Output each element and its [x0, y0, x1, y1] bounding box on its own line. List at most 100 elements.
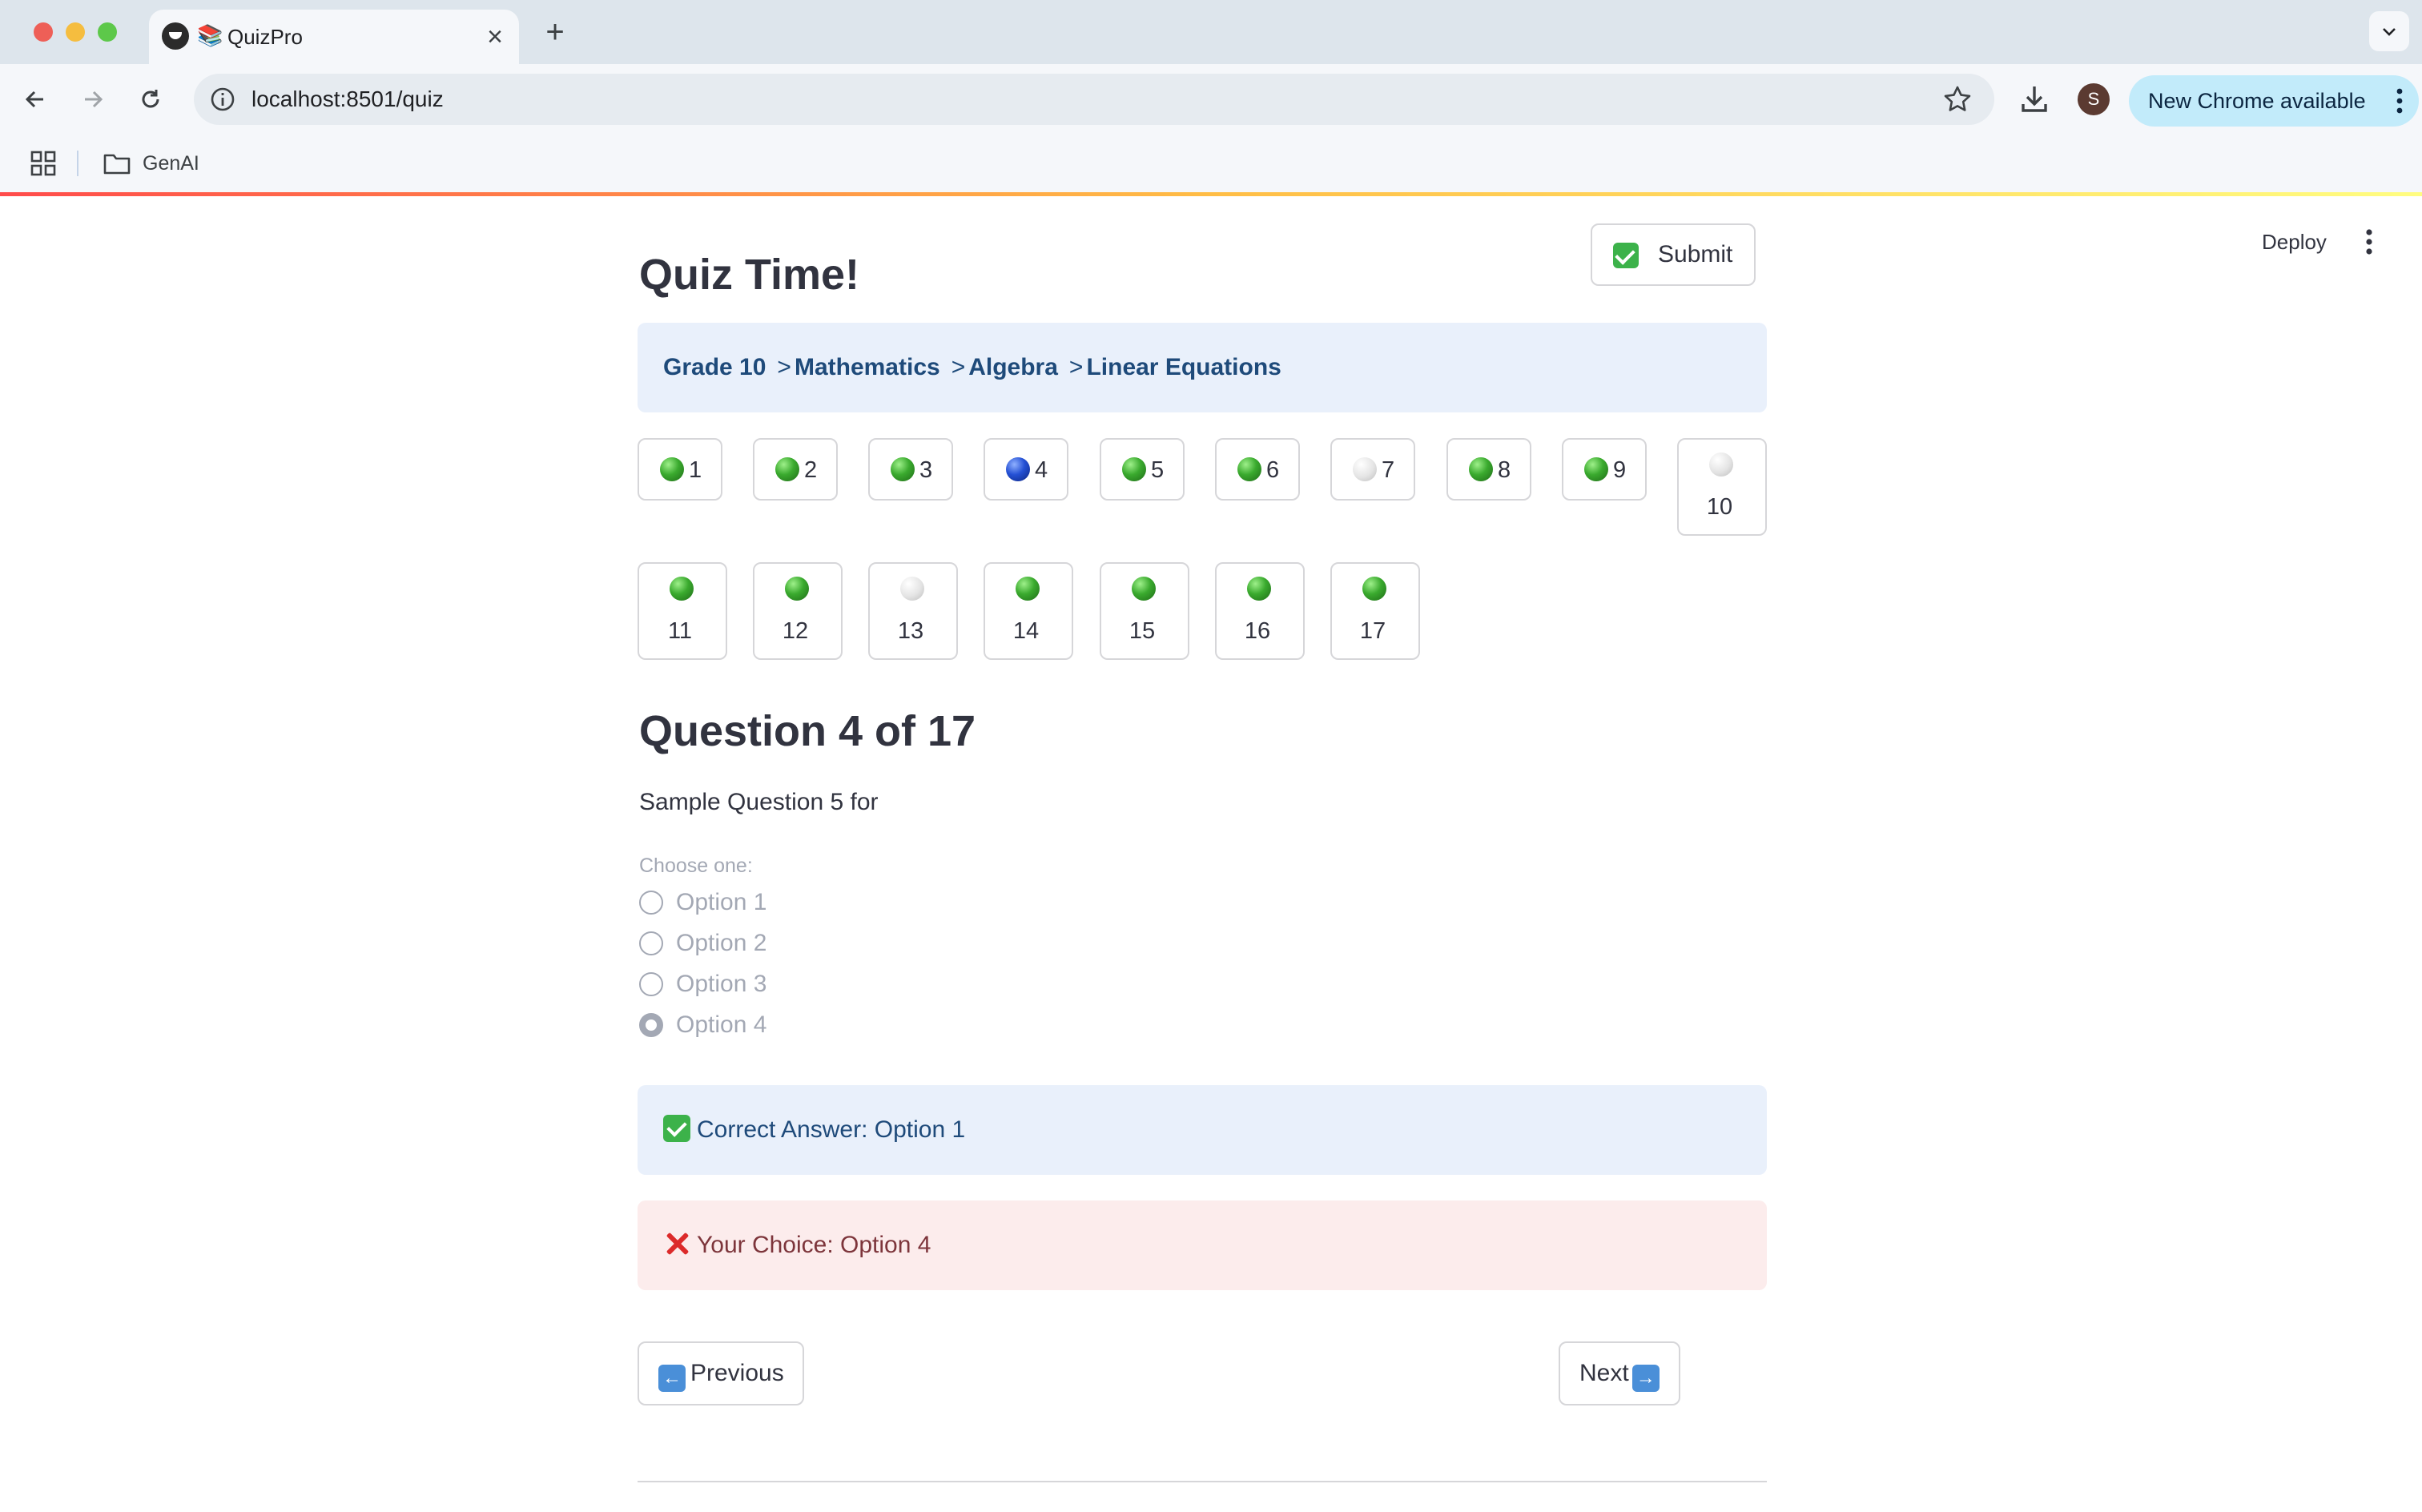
question-nav-button-10[interactable]: 10 [1677, 438, 1767, 536]
question-number: 16 [1244, 618, 1271, 644]
question-nav-button-5[interactable]: 5 [1100, 438, 1185, 501]
your-choice-text: Your Choice: Option 4 [697, 1232, 931, 1258]
browser-tab-active[interactable]: 📚 QuizPro × [149, 10, 519, 64]
question-nav-button-17[interactable]: 17 [1330, 562, 1420, 660]
window-close-control[interactable] [34, 22, 53, 42]
chrome-menu-dots-icon[interactable] [2396, 88, 2403, 114]
breadcrumb-subject: Mathematics [794, 354, 940, 380]
question-number: 14 [1012, 618, 1040, 644]
question-number: 2 [804, 457, 818, 483]
bookmarks-divider [77, 151, 78, 176]
next-label: Next [1579, 1360, 1629, 1386]
question-nav-button-4[interactable]: 4 [984, 438, 1068, 501]
reload-icon[interactable] [130, 78, 171, 120]
bookmark-star-icon[interactable] [1941, 83, 1973, 115]
window-minimize-control[interactable] [66, 22, 85, 42]
question-number: 10 [1706, 494, 1733, 520]
tab-title: QuizPro [227, 25, 303, 49]
question-number: 12 [782, 618, 809, 644]
your-choice-alert: Your Choice: Option 4 [638, 1200, 1767, 1290]
question-nav-button-13[interactable]: 13 [868, 562, 958, 660]
breadcrumb-subtopic: Linear Equations [1086, 354, 1281, 380]
main-menu-dots-icon[interactable] [2360, 227, 2379, 256]
question-number: 1 [689, 457, 702, 483]
radio-circle[interactable] [639, 891, 663, 915]
site-info-icon[interactable] [208, 85, 237, 114]
status-dot-icon [1237, 457, 1261, 481]
next-button[interactable]: Next → [1559, 1341, 1680, 1405]
status-dot-icon [785, 577, 809, 601]
correct-answer-alert: Correct Answer: Option 1 [638, 1085, 1767, 1175]
option-label: Option 3 [676, 971, 767, 997]
address-bar[interactable]: localhost:8501/quiz [194, 74, 1994, 125]
streamlit-header-decoration [0, 192, 2422, 196]
check-mark-icon [1613, 243, 1639, 268]
status-dot-icon [1709, 452, 1733, 477]
status-dot-icon [1132, 577, 1156, 601]
question-nav-button-3[interactable]: 3 [868, 438, 953, 501]
question-number: 3 [919, 457, 933, 483]
breadcrumb: Grade 10 > Mathematics > Algebra > Linear Equa… [638, 323, 1767, 412]
correct-answer-text: Correct Answer: Option 1 [697, 1116, 966, 1143]
question-number: 8 [1498, 457, 1511, 483]
download-icon[interactable] [2015, 80, 2054, 119]
previous-button[interactable]: ← Previous [638, 1341, 804, 1405]
new-chrome-available-button[interactable]: New Chrome available [2129, 75, 2419, 127]
option-label: Option 4 [676, 1011, 767, 1038]
deploy-button[interactable]: Deploy [2262, 226, 2327, 258]
question-nav-button-8[interactable]: 8 [1446, 438, 1531, 501]
left-arrow-icon: ← [658, 1365, 686, 1392]
browser-toolbar: localhost:8501/quiz S New Chrome availab… [0, 64, 2422, 135]
previous-label: Previous [690, 1360, 784, 1386]
question-nav-button-12[interactable]: 12 [753, 562, 843, 660]
status-dot-icon [1006, 457, 1030, 481]
bookmarks-bar: GenAI [0, 135, 2422, 192]
submit-button[interactable]: Submit [1591, 223, 1756, 286]
question-nav-button-15[interactable]: 15 [1100, 562, 1189, 660]
forward-arrow-icon[interactable] [72, 78, 114, 120]
question-nav-button-9[interactable]: 9 [1562, 438, 1647, 501]
question-number: 15 [1129, 618, 1156, 644]
question-nav-button-7[interactable]: 7 [1330, 438, 1415, 501]
radio-circle-selected[interactable] [639, 1013, 663, 1037]
status-dot-icon [1247, 577, 1271, 601]
radio-circle[interactable] [639, 931, 663, 955]
profile-avatar[interactable]: S [2078, 83, 2110, 115]
question-number: 4 [1035, 457, 1048, 483]
check-mark-icon [663, 1115, 690, 1142]
question-number: 9 [1613, 457, 1627, 483]
apps-grid-icon[interactable] [29, 149, 58, 178]
back-arrow-icon[interactable] [14, 78, 56, 120]
question-nav-button-16[interactable]: 16 [1215, 562, 1305, 660]
question-nav-button-2[interactable]: 2 [753, 438, 838, 501]
question-nav-button-14[interactable]: 14 [984, 562, 1073, 660]
question-number: 11 [667, 618, 693, 644]
option-label: Option 1 [676, 889, 767, 915]
question-heading: Question 4 of 17 [639, 707, 976, 755]
status-dot-icon [670, 577, 694, 601]
question-number: 17 [1359, 618, 1386, 644]
tab-books-emoji-icon: 📚 [197, 23, 223, 47]
breadcrumb-separator: > [1068, 354, 1084, 380]
breadcrumb-separator: > [777, 354, 791, 380]
question-nav-button-6[interactable]: 6 [1215, 438, 1300, 501]
new-tab-plus-icon[interactable]: + [535, 10, 575, 54]
folder-icon[interactable] [103, 149, 131, 178]
status-dot-icon [900, 577, 924, 601]
question-number: 7 [1382, 457, 1395, 483]
question-nav-button-1[interactable]: 1 [638, 438, 722, 501]
radio-circle[interactable] [639, 972, 663, 996]
status-dot-icon [891, 457, 915, 481]
breadcrumb-separator: > [951, 354, 966, 380]
window-zoom-control[interactable] [98, 22, 117, 42]
breadcrumb-grade: Grade 10 [663, 354, 766, 380]
tab-search-chevron-icon[interactable] [2369, 11, 2409, 51]
bookmark-folder-genai[interactable]: GenAI [143, 135, 199, 192]
choose-one-label: Choose one: [639, 855, 753, 877]
option-label: Option 2 [676, 930, 767, 956]
section-divider [638, 1481, 1767, 1482]
question-nav-button-11[interactable]: 11 [638, 562, 727, 660]
status-dot-icon [660, 457, 684, 481]
breadcrumb-topic: Algebra [968, 354, 1058, 380]
tab-close-icon[interactable]: × [487, 10, 503, 64]
